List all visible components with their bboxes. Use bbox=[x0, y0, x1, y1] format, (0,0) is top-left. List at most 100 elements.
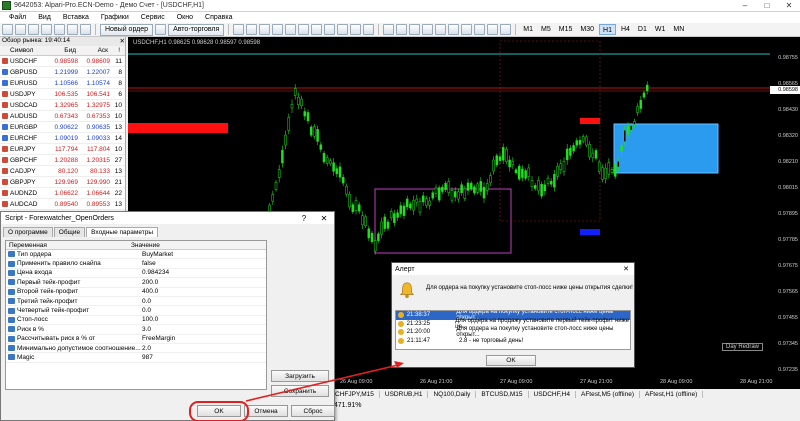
market-watch-row[interactable]: GBPCHF 1.20288 1.20315 27 bbox=[0, 155, 125, 166]
param-row[interactable]: Тип ордера BuyMarket bbox=[6, 250, 266, 260]
param-row[interactable]: Риск в % 3.0 bbox=[6, 325, 266, 335]
alert-ok-button[interactable]: OK bbox=[486, 355, 536, 366]
menu-view[interactable]: Вид bbox=[32, 14, 57, 21]
new-chart-icon[interactable] bbox=[2, 24, 13, 35]
market-watch-row[interactable]: USDCAD 1.32965 1.32975 10 bbox=[0, 100, 125, 111]
chart-tab[interactable]: BTCUSD,M15 bbox=[476, 390, 529, 398]
param-row[interactable]: Четвертый тейк-профит 0.0 bbox=[6, 306, 266, 316]
param-value[interactable]: 0.0 bbox=[142, 307, 266, 314]
save-button[interactable]: Сохранить bbox=[271, 385, 329, 397]
autotrading-button[interactable]: Авто-торговля bbox=[168, 23, 225, 36]
param-value[interactable]: false bbox=[142, 260, 266, 267]
tile-windows-icon[interactable] bbox=[298, 24, 310, 35]
zoom-out-icon[interactable] bbox=[285, 24, 297, 35]
meta-editor-icon[interactable] bbox=[155, 24, 167, 35]
menu-insert[interactable]: Вставка bbox=[57, 14, 95, 21]
market-watch-row[interactable]: USDJPY 106.535 106.541 6 bbox=[0, 89, 125, 100]
param-row[interactable]: Третий тейк-профит 0.0 bbox=[6, 297, 266, 307]
data-window-icon[interactable] bbox=[41, 24, 52, 35]
close-alert-button[interactable]: ✕ bbox=[618, 265, 634, 273]
market-watch-row[interactable]: EURCHF 1.09019 1.09033 14 bbox=[0, 133, 125, 144]
chart-tab[interactable]: USDRUB,H1 bbox=[380, 390, 429, 398]
new-order-button[interactable]: Новый ордер bbox=[100, 23, 154, 36]
tester-icon[interactable] bbox=[80, 24, 91, 35]
market-watch-row[interactable]: CADJPY 80.120 80.133 13 bbox=[0, 166, 125, 177]
timeframe-h4[interactable]: H4 bbox=[618, 24, 633, 35]
alert-history-list[interactable]: 21:38:37 Для ордера на покупку установите… bbox=[395, 310, 631, 350]
timeframe-w1[interactable]: W1 bbox=[652, 24, 669, 35]
periods-icon[interactable] bbox=[350, 24, 362, 35]
candlestick-icon[interactable] bbox=[246, 24, 258, 35]
text-icon[interactable] bbox=[474, 24, 486, 35]
market-watch-row[interactable]: AUDNZD 1.06622 1.06644 22 bbox=[0, 188, 125, 199]
param-value[interactable]: FreeMargin bbox=[142, 335, 266, 342]
vertical-line-icon[interactable] bbox=[409, 24, 421, 35]
param-value[interactable]: 100.0 bbox=[142, 316, 266, 323]
label-icon[interactable] bbox=[487, 24, 499, 35]
line-chart-icon[interactable] bbox=[259, 24, 271, 35]
navigator-icon[interactable] bbox=[54, 24, 65, 35]
menu-file[interactable]: Файл bbox=[3, 14, 32, 21]
param-row[interactable]: Минимально допустимое соотношение... 2.0 bbox=[6, 344, 266, 354]
minimize-button[interactable]: – bbox=[734, 1, 756, 10]
help-button[interactable]: ? bbox=[294, 214, 314, 223]
timeframe-m15[interactable]: M15 bbox=[556, 24, 576, 35]
horizontal-line-icon[interactable] bbox=[422, 24, 434, 35]
param-value[interactable]: 2.0 bbox=[142, 345, 266, 352]
col-ask[interactable]: Аск bbox=[76, 47, 108, 54]
market-watch-row[interactable]: USDCHF 0.98598 0.98609 11 bbox=[0, 56, 125, 67]
crosshair-icon[interactable] bbox=[396, 24, 408, 35]
market-watch-row[interactable]: AUDCAD 0.89540 0.89553 13 bbox=[0, 199, 125, 210]
autoscroll-icon[interactable] bbox=[311, 24, 323, 35]
cursor-icon[interactable] bbox=[383, 24, 395, 35]
param-row[interactable]: Magic 987 bbox=[6, 353, 266, 363]
bar-chart-icon[interactable] bbox=[233, 24, 245, 35]
reset-button[interactable]: Сброс bbox=[291, 405, 335, 417]
market-watch-row[interactable]: GBPJPY 129.969 129.990 21 bbox=[0, 177, 125, 188]
zoom-in-icon[interactable] bbox=[272, 24, 284, 35]
channel-icon[interactable] bbox=[448, 24, 460, 35]
load-button[interactable]: Загрузить bbox=[271, 370, 329, 382]
close-dialog-button[interactable]: ✕ bbox=[314, 214, 334, 223]
timeframe-mn[interactable]: MN bbox=[670, 24, 687, 35]
param-value[interactable]: 0.984234 bbox=[142, 269, 266, 276]
param-row[interactable]: Рассчитывать риск в % от FreeMargin bbox=[6, 335, 266, 344]
market-watch-row[interactable]: EURGBP 0.90622 0.90635 13 bbox=[0, 122, 125, 133]
market-watch-row[interactable]: GBPUSD 1.21999 1.22007 8 bbox=[0, 67, 125, 78]
fibonacci-icon[interactable] bbox=[461, 24, 473, 35]
menu-window[interactable]: Окно bbox=[171, 14, 199, 21]
param-value[interactable]: BuyMarket bbox=[142, 251, 266, 258]
timeframe-h1[interactable]: H1 bbox=[599, 24, 616, 35]
chart-tab[interactable]: USDCHF,H4 bbox=[529, 390, 576, 398]
col-bid[interactable]: Бид bbox=[44, 47, 76, 54]
trendline-icon[interactable] bbox=[435, 24, 447, 35]
tab-inputs[interactable]: Входные параметры bbox=[86, 227, 159, 237]
close-window-button[interactable]: ✕ bbox=[778, 1, 800, 10]
param-value[interactable]: 0.0 bbox=[142, 298, 266, 305]
market-watch-row[interactable]: AUDUSD 0.67343 0.67353 10 bbox=[0, 111, 125, 122]
menu-tools[interactable]: Сервис bbox=[135, 14, 171, 21]
param-row[interactable]: Применить правило снайпа false bbox=[6, 259, 266, 269]
market-watch-row[interactable]: EURJPY 117.794 117.804 10 bbox=[0, 144, 125, 155]
timeframe-m30[interactable]: M30 bbox=[577, 24, 597, 35]
arrows-icon[interactable] bbox=[500, 24, 512, 35]
col-spread[interactable]: ! bbox=[108, 47, 122, 54]
menu-help[interactable]: Справка bbox=[199, 14, 238, 21]
chart-tab[interactable]: CHFJPY,M15 bbox=[330, 390, 380, 398]
market-watch-icon[interactable] bbox=[28, 24, 39, 35]
terminal-icon[interactable] bbox=[67, 24, 78, 35]
param-row[interactable]: Стоп-лосс 100.0 bbox=[6, 316, 266, 326]
col-symbol[interactable]: Символ bbox=[0, 47, 44, 54]
param-row[interactable]: Первый тейк-профит 200.0 bbox=[6, 278, 266, 288]
timeframe-m5[interactable]: M5 bbox=[538, 24, 554, 35]
chart-tab[interactable]: AFtest,H1 (offline) bbox=[640, 390, 704, 398]
maximize-button[interactable]: □ bbox=[756, 1, 778, 10]
market-watch-row[interactable]: EURUSD 1.10566 1.10574 8 bbox=[0, 78, 125, 89]
tab-common[interactable]: Общие bbox=[53, 227, 86, 237]
param-row[interactable]: Второй тейк-профит 400.0 bbox=[6, 288, 266, 297]
param-value[interactable]: 400.0 bbox=[142, 288, 266, 295]
close-panel-icon[interactable]: ✕ bbox=[120, 37, 125, 46]
param-row[interactable]: Цена входа 0.984234 bbox=[6, 269, 266, 279]
menu-charts[interactable]: Графики bbox=[95, 14, 135, 21]
profiles-icon[interactable] bbox=[15, 24, 26, 35]
